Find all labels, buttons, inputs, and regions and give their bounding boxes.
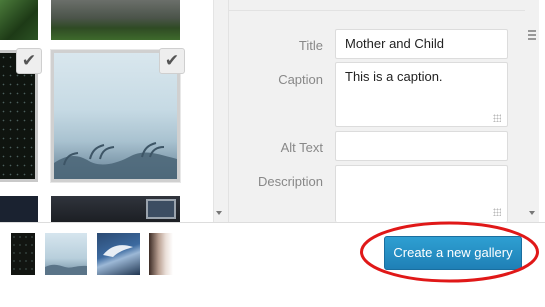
resize-handle-icon[interactable]: [493, 114, 501, 122]
selection-thumbnail[interactable]: [149, 233, 173, 275]
sidebar-scrollbar[interactable]: [525, 0, 539, 222]
create-gallery-button[interactable]: Create a new gallery: [384, 236, 522, 270]
caption-textarea[interactable]: This is a caption.: [335, 62, 508, 127]
media-grid: ✔ ✔: [0, 0, 213, 222]
attachment-details-sidebar: Title Mother and Child Caption This is a…: [214, 0, 539, 222]
selection-check-icon[interactable]: ✔: [159, 48, 185, 74]
grip-lines-icon[interactable]: [528, 30, 536, 40]
alt-text-label: Alt Text: [280, 140, 323, 155]
attachment-thumbnail[interactable]: [0, 0, 38, 40]
description-label: Description: [257, 174, 323, 189]
selection-thumbnail[interactable]: [11, 233, 35, 275]
thumbnail-image: [146, 199, 176, 219]
caption-label: Caption: [278, 72, 323, 87]
selection-thumbnail[interactable]: [45, 233, 87, 275]
alt-text-input[interactable]: [335, 131, 508, 161]
description-textarea[interactable]: [335, 165, 508, 222]
caption-text: This is a caption.: [345, 69, 443, 84]
resize-handle-icon[interactable]: [493, 208, 501, 216]
scroll-down-arrow-icon[interactable]: [216, 211, 222, 215]
divider: [228, 10, 528, 11]
attachment-thumbnail[interactable]: [51, 0, 180, 40]
selection-check-icon[interactable]: ✔: [16, 48, 42, 74]
attachment-thumbnail[interactable]: [51, 196, 180, 222]
thumbnail-image: [45, 264, 87, 275]
scroll-down-arrow-icon[interactable]: [529, 211, 535, 215]
title-label: Title: [298, 38, 323, 53]
thumbnail-image: [103, 245, 133, 257]
title-input[interactable]: Mother and Child: [335, 29, 508, 59]
attachment-thumbnail[interactable]: [0, 196, 38, 222]
selection-thumbnail[interactable]: [97, 233, 140, 275]
